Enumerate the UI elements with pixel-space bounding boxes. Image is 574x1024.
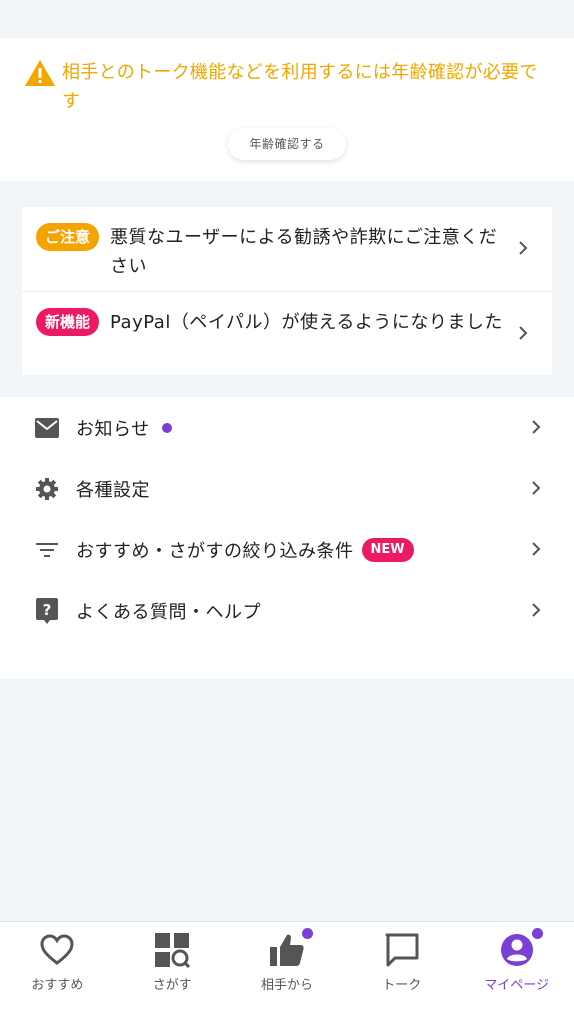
- chevron-right-icon: [532, 603, 541, 617]
- age-verification-card: 相手とのトーク機能などを利用するには年齢確認が必要です 年齢確認する: [0, 38, 574, 181]
- tab-recommend[interactable]: おすすめ: [0, 922, 115, 1024]
- tab-label: トーク: [382, 978, 422, 993]
- notice-text: 悪質なユーザーによる勧誘や詐欺にご注意ください: [110, 227, 498, 277]
- top-strip: [0, 0, 574, 38]
- notice-item-new-feature[interactable]: 新機能 PayPal（ペイパル）が使えるようになりました: [22, 291, 552, 375]
- menu-label: おすすめ・さがすの絞り込み条件: [76, 540, 354, 562]
- menu-bottom-padding: [0, 641, 574, 679]
- chevron-right-icon: [519, 241, 528, 255]
- tab-search[interactable]: さがす: [115, 922, 230, 1024]
- menu-item-settings[interactable]: 各種設定: [0, 458, 574, 519]
- profile-icon: [499, 928, 543, 968]
- tab-label: おすすめ: [31, 978, 84, 993]
- warning-icon: [25, 60, 55, 86]
- notification-dot: [531, 928, 543, 939]
- filter-icon: [34, 537, 60, 563]
- new-feature-badge: 新機能: [36, 308, 100, 336]
- notice-card: ご注意 悪質なユーザーによる勧誘や詐欺にご注意ください 新機能 PayPal（ペ…: [22, 207, 552, 375]
- tab-talk[interactable]: トーク: [344, 922, 459, 1024]
- unread-dot: [161, 422, 172, 433]
- menu-item-notifications[interactable]: お知らせ: [0, 397, 574, 458]
- chevron-right-icon: [532, 481, 541, 495]
- age-verify-button[interactable]: 年齢確認する: [228, 128, 346, 160]
- age-verification-message: 相手とのトーク機能などを利用するには年齢確認が必要です: [24, 58, 550, 116]
- age-verification-text: 相手とのトーク機能などを利用するには年齢確認が必要です: [62, 62, 538, 112]
- menu-label: よくある質問・ヘルプ: [76, 601, 261, 623]
- bottom-tab-bar: おすすめ さがす 相手から トーク マイページ: [0, 921, 574, 1024]
- menu-label: 各種設定: [76, 479, 150, 501]
- heart-icon: [39, 932, 75, 968]
- chat-icon: [384, 932, 420, 968]
- tab-label: マイページ: [484, 978, 549, 993]
- menu-item-help[interactable]: ? よくある質問・ヘルプ: [0, 580, 574, 641]
- notice-item-caution[interactable]: ご注意 悪質なユーザーによる勧誘や詐欺にご注意ください: [22, 207, 552, 291]
- notice-section: ご注意 悪質なユーザーによる勧誘や詐欺にご注意ください 新機能 PayPal（ペ…: [0, 181, 574, 397]
- chevron-right-icon: [532, 420, 541, 434]
- thumbs-up-icon: [269, 928, 313, 968]
- tab-label: さがす: [152, 978, 192, 993]
- chevron-right-icon: [519, 326, 528, 340]
- caution-badge: ご注意: [36, 223, 100, 251]
- gear-icon: [34, 476, 60, 502]
- search-grid-icon: [154, 932, 191, 969]
- notification-dot: [301, 928, 313, 939]
- tab-label: 相手から: [260, 978, 313, 993]
- menu-item-filter[interactable]: おすすめ・さがすの絞り込み条件 NEW: [0, 519, 574, 580]
- tab-likes[interactable]: 相手から: [230, 922, 345, 1024]
- chevron-right-icon: [532, 542, 541, 556]
- mail-icon: [34, 415, 60, 441]
- help-icon: ?: [34, 597, 60, 624]
- settings-menu: お知らせ 各種設定 おすすめ・さがすの絞り込み条件 NEW ? よくある質問・ヘ…: [0, 397, 574, 679]
- menu-label: お知らせ: [76, 418, 150, 440]
- new-badge: NEW: [361, 537, 414, 562]
- notice-text: PayPal（ペイパル）が使えるようになりました: [110, 312, 503, 333]
- svg-text:?: ?: [43, 601, 52, 619]
- tab-mypage[interactable]: マイページ: [459, 922, 574, 1024]
